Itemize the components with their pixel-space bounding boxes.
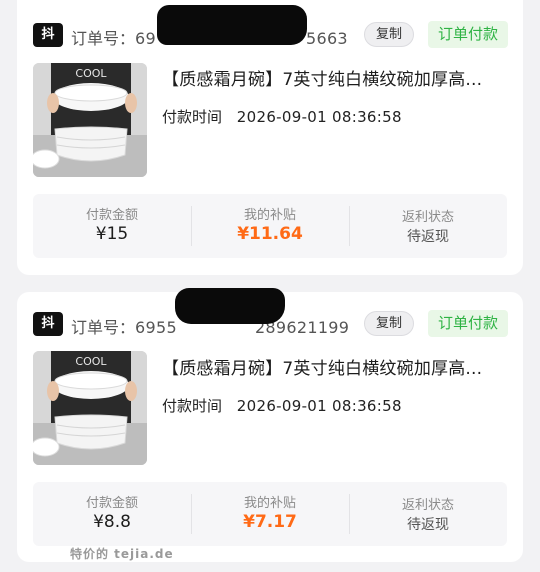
status-badge: 订单付款 <box>428 21 508 48</box>
product-title[interactable]: 【质感霜月碗】7英寸纯白横纹碗加厚高... <box>162 65 507 90</box>
bowl-photo-icon: COOL <box>33 63 147 177</box>
payment-time-row: 付款时间 2026-09-01 08:36:58 <box>162 106 402 127</box>
stat-label: 付款金额 <box>85 208 138 223</box>
stat-value: ¥11.64 <box>237 224 303 244</box>
stat-value: 待返现 <box>407 517 449 533</box>
copy-button[interactable]: 复制 <box>364 22 414 47</box>
stat-rebate-status: 返利状态 待返现 <box>349 482 507 546</box>
order-header: 抖 订单号：6955 289621199 复制 订单付款 <box>33 288 508 338</box>
product-title[interactable]: 【质感霜月碗】7英寸纯白横纹碗加厚高... <box>162 354 507 379</box>
stat-paid-amount: 付款金额 ¥8.8 <box>33 482 191 546</box>
status-badge: 订单付款 <box>428 310 508 337</box>
product-image[interactable]: COOL <box>33 351 147 465</box>
stat-rebate-status: 返利状态 待返现 <box>349 194 507 258</box>
stat-subsidy: 我的补贴 ¥7.17 <box>191 482 349 546</box>
payment-time-value: 2026-09-01 08:36:58 <box>236 108 402 126</box>
stat-paid-amount: 付款金额 ¥15 <box>33 194 191 258</box>
payment-time-label: 付款时间 <box>162 108 223 126</box>
order-number-label: 订单号： <box>71 318 136 337</box>
stat-value: ¥7.17 <box>243 512 297 532</box>
douyin-logo-icon: 抖 <box>33 23 63 47</box>
watermark: 特价的 tejia.de <box>70 547 174 561</box>
redaction-mark <box>175 288 285 324</box>
payment-time-value: 2026-09-01 08:36:58 <box>236 397 402 415</box>
stat-label: 付款金额 <box>85 496 138 511</box>
stat-label: 我的补贴 <box>243 496 296 511</box>
stat-value: 待返现 <box>407 229 449 245</box>
order-header: 抖 订单号：69 5663 复制 订单付款 <box>33 5 508 49</box>
payment-time-label: 付款时间 <box>162 397 223 415</box>
stat-value: ¥8.8 <box>93 512 131 532</box>
order-number-value: 69 <box>135 29 156 48</box>
product-image[interactable]: COOL <box>33 63 147 177</box>
thumb-shirt-text: COOL <box>75 355 107 368</box>
order-stats: 付款金额 ¥15 我的补贴 ¥11.64 返利状态 待返现 <box>33 194 507 258</box>
thumb-shirt-text: COOL <box>75 67 107 80</box>
stat-value: ¥15 <box>95 224 129 244</box>
stat-label: 返利状态 <box>401 210 454 225</box>
order-card[interactable]: 抖 订单号：69 5663 复制 订单付款 COOL 【质感霜月碗】7英寸纯白横纹… <box>17 0 523 275</box>
stat-subsidy: 我的补贴 ¥11.64 <box>191 194 349 258</box>
order-stats: 付款金额 ¥8.8 我的补贴 ¥7.17 返利状态 待返现 <box>33 482 507 546</box>
copy-button[interactable]: 复制 <box>364 311 414 336</box>
bowl-photo-icon: COOL <box>33 351 147 465</box>
order-number-tail: 5663 <box>305 29 348 48</box>
order-card[interactable]: 抖 订单号：6955 289621199 复制 订单付款 COOL 【质感霜月碗】… <box>17 288 523 562</box>
payment-time-row: 付款时间 2026-09-01 08:36:58 <box>162 395 402 416</box>
stat-label: 我的补贴 <box>243 208 296 223</box>
douyin-logo-icon: 抖 <box>33 312 63 336</box>
order-number-value: 6955 <box>135 318 177 337</box>
order-number-label: 订单号： <box>71 29 136 48</box>
stat-label: 返利状态 <box>401 498 454 513</box>
redaction-mark <box>157 5 307 45</box>
